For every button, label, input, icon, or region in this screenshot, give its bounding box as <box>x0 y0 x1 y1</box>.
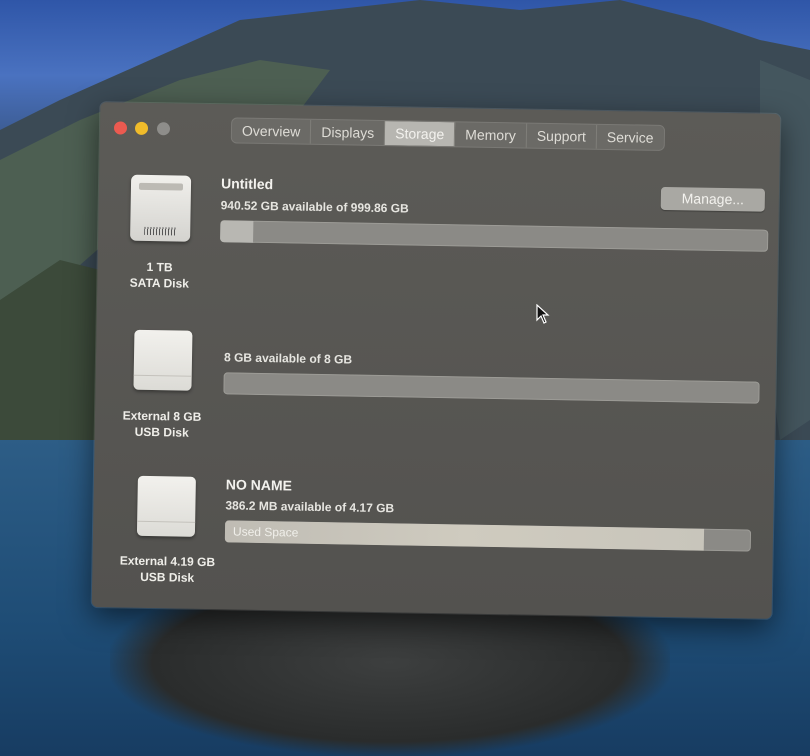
rocks <box>110 600 670 756</box>
tab-service[interactable]: Service <box>597 125 664 150</box>
usb-drive-icon <box>136 475 196 537</box>
manage-button[interactable]: Manage... <box>660 186 766 212</box>
used-space-fill <box>220 220 254 243</box>
mouse-pointer-icon <box>536 304 550 324</box>
disk-caption: 1 TB SATA Disk <box>104 258 215 292</box>
disk-size-label: External 8 GB <box>122 408 202 424</box>
system-information-window: Overview Displays Storage Memory Support… <box>91 102 781 619</box>
volume-name: Untitled <box>220 175 274 193</box>
tab-memory[interactable]: Memory <box>455 122 528 148</box>
availability-text: 386.2 MB available of 4.17 GB <box>225 498 395 516</box>
internal-drive-icon <box>130 174 192 242</box>
usb-drive-icon <box>133 329 193 391</box>
tab-displays[interactable]: Displays <box>311 119 386 146</box>
tab-overview[interactable]: Overview <box>231 118 312 144</box>
storage-bar <box>223 372 760 404</box>
storage-bar: Used Space <box>224 520 752 552</box>
used-space-label: Used Space <box>232 524 299 540</box>
tab-support[interactable]: Support <box>526 123 598 149</box>
storage-bar <box>220 220 769 252</box>
tab-storage[interactable]: Storage <box>385 121 456 147</box>
disk-caption: External 8 GB USB Disk <box>107 407 218 441</box>
disk-type-label: SATA Disk <box>129 275 189 291</box>
close-button[interactable] <box>113 121 128 135</box>
disk-type-label: USB Disk <box>140 569 195 585</box>
availability-text: 8 GB available of 8 GB <box>223 350 353 367</box>
disk-size-label: 1 TB <box>146 259 173 275</box>
availability-text: 940.52 GB available of 999.86 GB <box>220 198 409 216</box>
disk-size-label: External 4.19 GB <box>119 553 216 570</box>
disk-caption: External 4.19 GB USB Disk <box>112 552 223 586</box>
used-space-fill: Used Space <box>224 520 704 551</box>
tab-bar: Overview Displays Storage Memory Support… <box>231 118 664 150</box>
minimize-button[interactable] <box>134 121 149 135</box>
volume-name: NO NAME <box>225 476 293 494</box>
zoom-button[interactable] <box>156 122 171 136</box>
disk-type-label: USB Disk <box>134 424 189 440</box>
